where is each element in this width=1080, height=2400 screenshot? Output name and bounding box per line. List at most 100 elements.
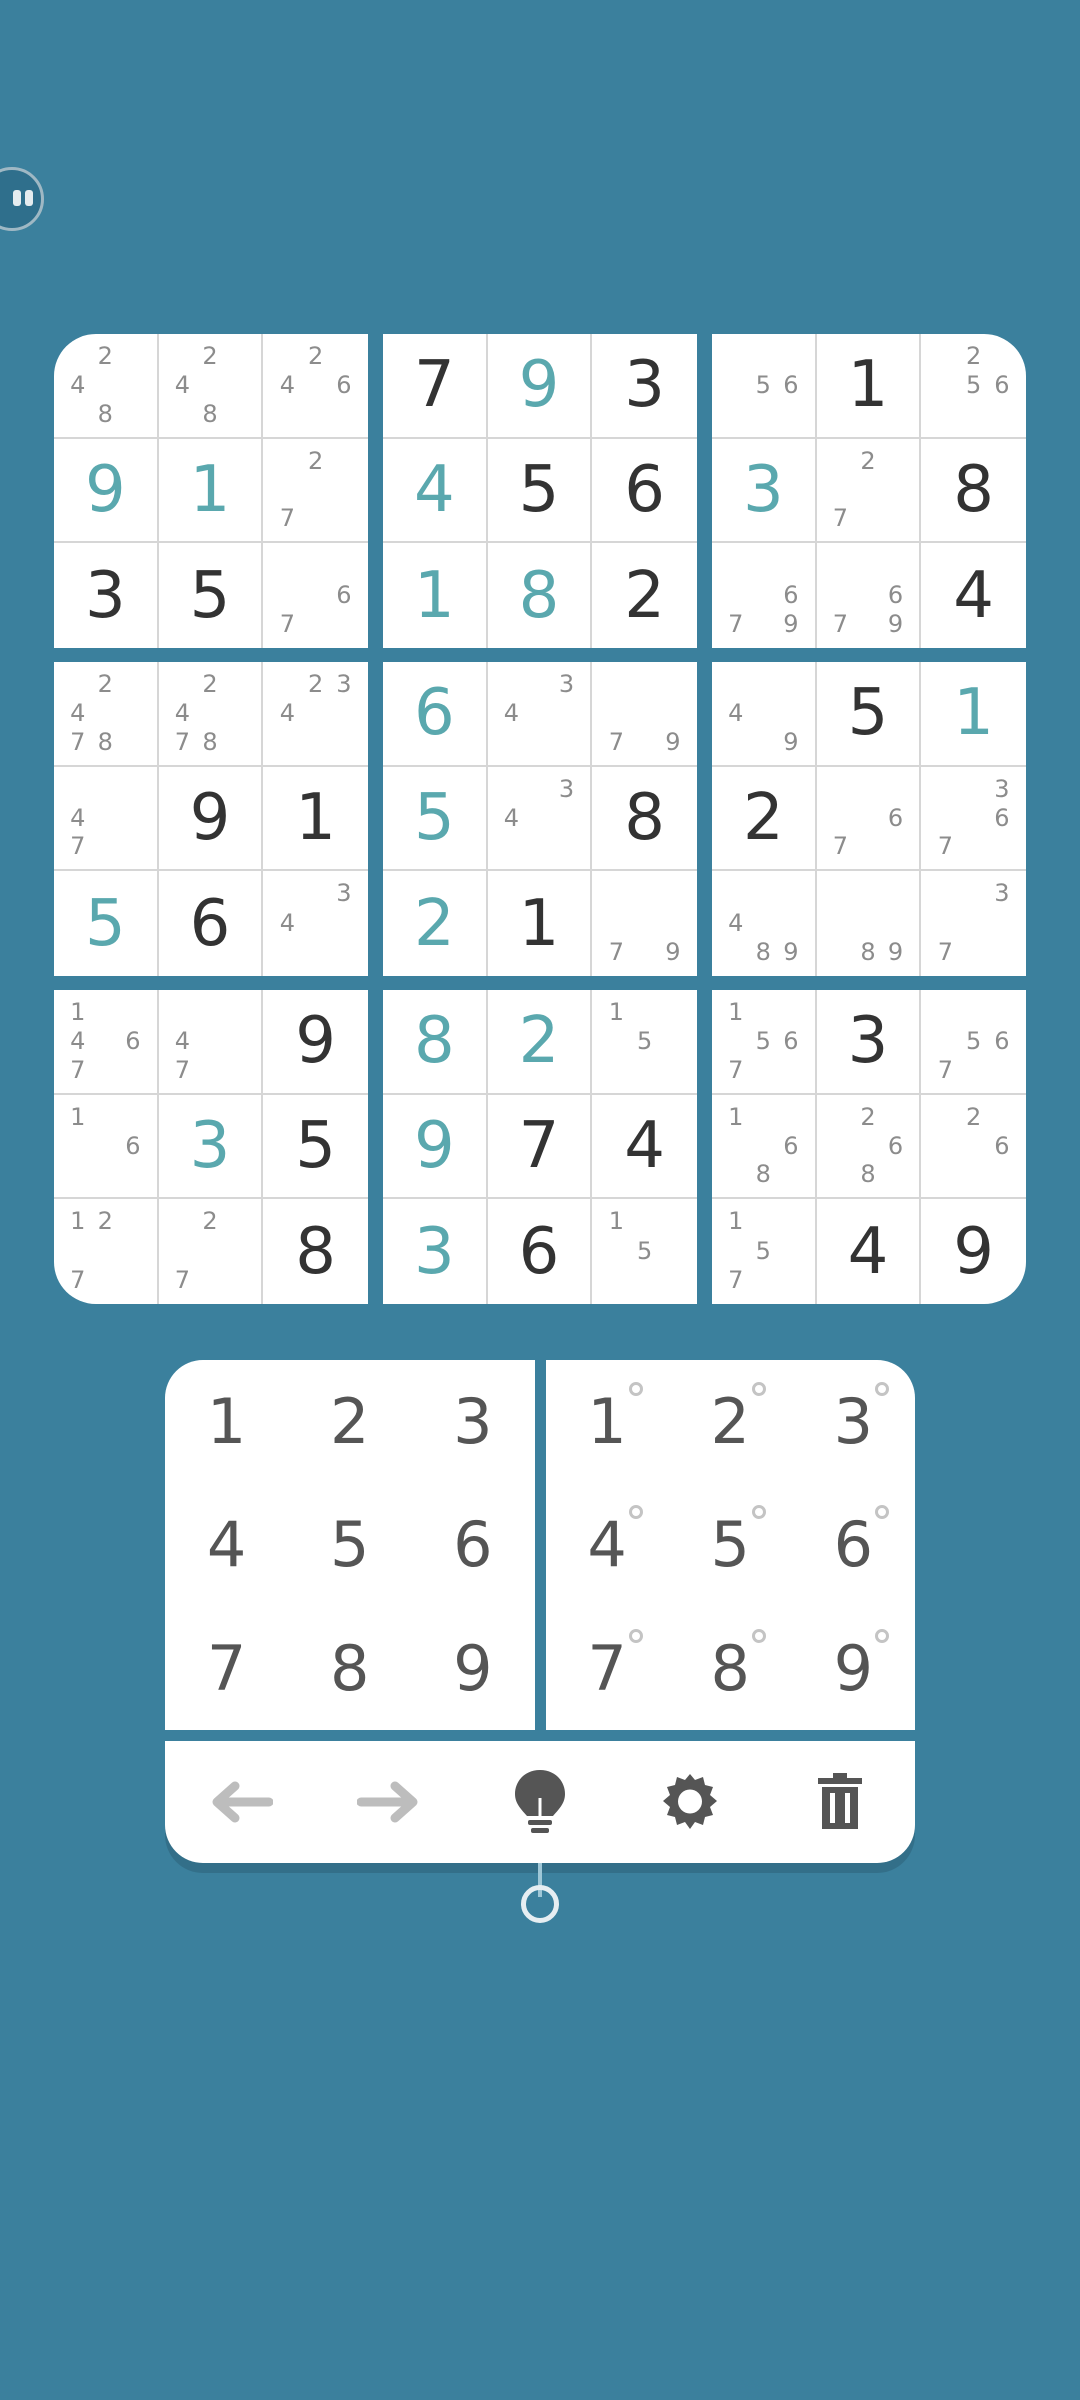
note-key-8[interactable]: 8 [669,1607,792,1730]
sudoku-cell[interactable]: 14 6 7 [54,990,159,1095]
number-key-6[interactable]: 6 [411,1483,534,1606]
sudoku-cell[interactable]: 56 [712,334,817,439]
note-key-9[interactable]: 9 [792,1607,915,1730]
sudoku-cell[interactable]: 5 [159,543,264,648]
sudoku-cell[interactable]: 9 [158,766,264,872]
sudoku-cell[interactable]: 27 [159,1199,264,1304]
sudoku-cell[interactable]: 1 [263,767,368,872]
sudoku-cell[interactable]: 8 [921,439,1026,544]
number-key-8[interactable]: 8 [288,1607,411,1730]
sudoku-cell[interactable]: 79 [592,871,697,976]
sudoku-cell[interactable]: 5 [816,662,922,767]
sudoku-cell[interactable]: 1 [816,334,922,439]
sudoku-cell[interactable]: 79 [592,662,697,767]
sudoku-cell[interactable]: 2478 [54,662,159,767]
sudoku-cell[interactable]: 3 [54,543,159,648]
sudoku-cell[interactable]: 248 [54,334,159,439]
number-key-3[interactable]: 3 [411,1360,534,1483]
sudoku-cell[interactable]: 67 [263,543,368,648]
sudoku-cell[interactable]: 6 7 9 [817,543,922,648]
pause-button[interactable] [0,167,44,231]
number-key-2[interactable]: 2 [288,1360,411,1483]
sudoku-cell[interactable]: 7 [487,1094,593,1200]
sudoku-cell[interactable]: 15 [592,990,697,1095]
sudoku-cell[interactable]: 3 [712,438,817,544]
sudoku-cell[interactable]: 248 [158,334,264,439]
sudoku-cell[interactable]: 34 [487,662,593,767]
sudoku-cell[interactable]: 4 [921,543,1026,648]
sudoku-cell[interactable]: 34 [263,871,368,976]
number-key-5[interactable]: 5 [288,1483,411,1606]
sudoku-cell[interactable]: 89 [817,871,922,976]
hint-button[interactable] [490,1752,590,1852]
sudoku-cell[interactable]: 24 6 [263,334,368,439]
sudoku-cell[interactable]: 36 7 [921,767,1026,872]
sudoku-cell[interactable]: 256 [921,334,1026,439]
sudoku-cell[interactable]: 2 [487,990,593,1095]
note-key-7[interactable]: 7 [546,1607,669,1730]
sudoku-cell[interactable]: 47 [158,990,264,1095]
note-key-5[interactable]: 5 [669,1483,792,1606]
sudoku-cell[interactable]: 1567 [712,990,817,1095]
sudoku-cell[interactable]: 3 [383,1199,488,1304]
sudoku-cell[interactable]: 26 [921,1095,1026,1200]
sudoku-cell[interactable]: 4 [817,1199,922,1304]
sudoku-cell[interactable]: 8 [263,1199,368,1304]
sudoku-cell[interactable]: 2478 [158,662,264,767]
drag-handle[interactable] [521,1885,559,1923]
sudoku-cell[interactable]: 5 [263,1095,368,1200]
sudoku-cell[interactable]: 6 [159,871,264,976]
sudoku-cell[interactable]: 47 [54,766,159,872]
sudoku-cell[interactable]: 7 [383,334,488,439]
sudoku-cell[interactable]: 3 [158,1094,264,1200]
number-key-7[interactable]: 7 [165,1607,288,1730]
sudoku-cell[interactable]: 5 [383,766,488,872]
sudoku-cell[interactable]: 489 [712,871,817,976]
sudoku-cell[interactable]: 8 [592,767,697,872]
sudoku-cell[interactable]: 2 [712,766,817,872]
note-key-2[interactable]: 2 [669,1360,792,1483]
sudoku-cell[interactable]: 6 [383,662,488,767]
number-key-4[interactable]: 4 [165,1483,288,1606]
sudoku-cell[interactable]: 1 [921,662,1026,767]
sudoku-cell[interactable]: 6 [488,1199,593,1304]
sudoku-cell[interactable]: 3 [592,334,697,439]
sudoku-cell[interactable]: 6 7 9 [712,543,817,648]
sudoku-cell[interactable]: 1 [158,438,264,544]
number-key-1[interactable]: 1 [165,1360,288,1483]
sudoku-cell[interactable]: 4 [383,438,488,544]
sudoku-cell[interactable]: 16 [54,1094,159,1200]
sudoku-cell[interactable]: 9 [383,1094,488,1200]
erase-button[interactable] [790,1752,890,1852]
sudoku-cell[interactable]: 9 [54,438,159,544]
sudoku-cell[interactable]: 12 7 [54,1199,159,1304]
sudoku-cell[interactable]: 49 [712,662,817,767]
sudoku-cell[interactable]: 9 [263,990,368,1095]
sudoku-cell[interactable]: 5 [54,871,159,976]
sudoku-cell[interactable]: 9 [487,334,593,439]
number-key-9[interactable]: 9 [411,1607,534,1730]
sudoku-cell[interactable]: 15 [592,1199,697,1304]
sudoku-cell[interactable]: 27 [816,438,922,544]
settings-button[interactable] [640,1752,740,1852]
sudoku-cell[interactable]: 9 [921,1199,1026,1304]
sudoku-cell[interactable]: 8 [488,543,593,648]
sudoku-cell[interactable]: 56 7 [921,990,1026,1095]
sudoku-cell[interactable]: 8 [383,990,488,1095]
sudoku-cell[interactable]: 5 [487,438,593,544]
sudoku-cell[interactable]: 1 [488,871,593,976]
sudoku-cell[interactable]: 6 [592,439,697,544]
note-key-6[interactable]: 6 [792,1483,915,1606]
sudoku-cell[interactable]: 268 [816,1094,922,1200]
note-key-4[interactable]: 4 [546,1483,669,1606]
undo-button[interactable] [190,1752,290,1852]
sudoku-cell[interactable]: 27 [263,439,368,544]
sudoku-cell[interactable]: 1 68 [712,1094,817,1200]
sudoku-cell[interactable]: 157 [712,1199,817,1304]
note-key-3[interactable]: 3 [792,1360,915,1483]
sudoku-cell[interactable]: 37 [921,871,1026,976]
sudoku-cell[interactable]: 23 4 [263,662,368,767]
redo-button[interactable] [340,1752,440,1852]
sudoku-cell[interactable]: 67 [816,766,922,872]
sudoku-cell[interactable]: 4 [592,1095,697,1200]
